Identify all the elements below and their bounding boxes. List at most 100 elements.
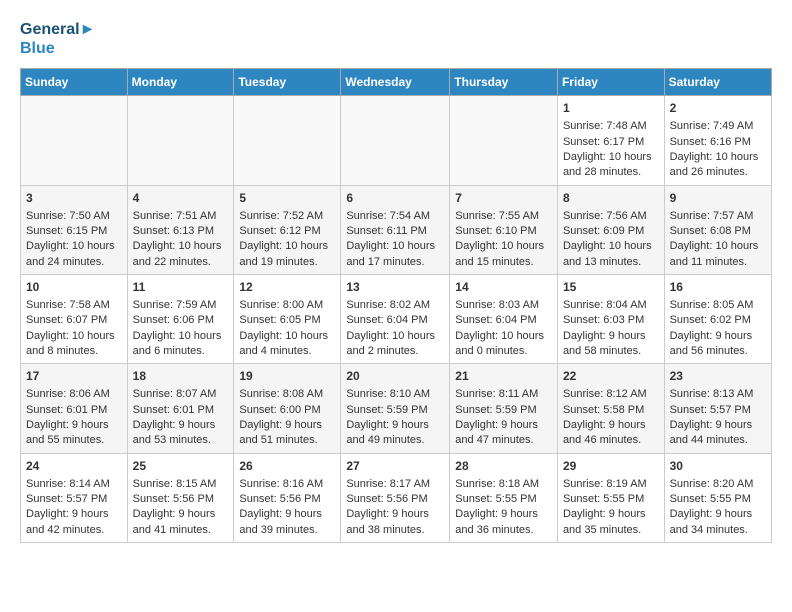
- day-info: Sunrise: 7:52 AM: [239, 209, 335, 224]
- calendar-cell: 3Sunrise: 7:50 AMSunset: 6:15 PMDaylight…: [21, 185, 128, 274]
- calendar-week-row: 24Sunrise: 8:14 AMSunset: 5:57 PMDayligh…: [21, 453, 772, 542]
- day-info: Sunset: 6:05 PM: [239, 313, 335, 328]
- day-number: 18: [133, 368, 229, 385]
- calendar-cell: 18 Sunrise: 8:07 AMSunset: 6:01 PMDayligh…: [127, 364, 234, 453]
- calendar-week-row: 1Sunrise: 7:48 AMSunset: 6:17 PMDaylight…: [21, 96, 772, 185]
- day-info: Daylight: 9 hours and 51 minutes.: [239, 418, 335, 449]
- calendar-cell: 11Sunrise: 7:59 AMSunset: 6:06 PMDayligh…: [127, 275, 234, 364]
- day-info: Daylight: 10 hours and 22 minutes.: [133, 239, 229, 270]
- day-number: 10: [26, 279, 122, 296]
- day-info: Daylight: 9 hours and 53 minutes.: [133, 418, 229, 449]
- day-info: Sunset: 6:15 PM: [26, 224, 122, 239]
- day-number: 6: [346, 190, 444, 207]
- day-info: Sunset: 5:55 PM: [670, 492, 766, 507]
- day-info: Sunrise: 8:08 AM: [239, 387, 335, 402]
- day-info: Sunrise: 8:15 AM: [133, 477, 229, 492]
- day-info: Sunset: 6:04 PM: [346, 313, 444, 328]
- day-number: 9: [670, 190, 766, 207]
- day-info: Sunset: 6:17 PM: [563, 135, 659, 150]
- day-number: 27: [346, 458, 444, 475]
- calendar-cell: [127, 96, 234, 185]
- day-info: Sunrise: 8:14 AM: [26, 477, 122, 492]
- calendar-cell: 2Sunrise: 7:49 AMSunset: 6:16 PMDaylight…: [664, 96, 771, 185]
- day-info: Daylight: 9 hours and 39 minutes.: [239, 507, 335, 538]
- day-info: Daylight: 10 hours and 8 minutes.: [26, 329, 122, 360]
- day-info: Sunset: 5:56 PM: [239, 492, 335, 507]
- day-of-week-header: Wednesday: [341, 69, 450, 96]
- day-info: Sunset: 6:16 PM: [670, 135, 766, 150]
- day-info: Sunrise: 8:18 AM: [455, 477, 552, 492]
- day-info: Sunset: 5:56 PM: [346, 492, 444, 507]
- day-info: Sunset: 5:59 PM: [455, 403, 552, 418]
- day-info: Daylight: 10 hours and 13 minutes.: [563, 239, 659, 270]
- day-info: Sunrise: 8:20 AM: [670, 477, 766, 492]
- day-info: Sunrise: 7:51 AM: [133, 209, 229, 224]
- days-header-row: SundayMondayTuesdayWednesdayThursdayFrid…: [21, 69, 772, 96]
- calendar-cell: 12Sunrise: 8:00 AMSunset: 6:05 PMDayligh…: [234, 275, 341, 364]
- day-info: Daylight: 9 hours and 34 minutes.: [670, 507, 766, 538]
- day-info: Sunrise: 8:19 AM: [563, 477, 659, 492]
- calendar-cell: [341, 96, 450, 185]
- day-info: Daylight: 9 hours and 35 minutes.: [563, 507, 659, 538]
- calendar-cell: 29Sunrise: 8:19 AMSunset: 5:55 PMDayligh…: [557, 453, 664, 542]
- day-info: Sunrise: 8:13 AM: [670, 387, 766, 402]
- day-info: Daylight: 9 hours and 44 minutes.: [670, 418, 766, 449]
- day-number: 16: [670, 279, 766, 296]
- day-info: Daylight: 9 hours and 47 minutes.: [455, 418, 552, 449]
- day-of-week-header: Sunday: [21, 69, 128, 96]
- day-info: Sunrise: 8:00 AM: [239, 298, 335, 313]
- calendar-cell: 21Sunrise: 8:11 AMSunset: 5:59 PMDayligh…: [450, 364, 558, 453]
- day-number: 5: [239, 190, 335, 207]
- day-info: Daylight: 9 hours and 49 minutes.: [346, 418, 444, 449]
- calendar-cell: [450, 96, 558, 185]
- day-info: Sunrise: 7:59 AM: [133, 298, 229, 313]
- day-info: Sunset: 6:06 PM: [133, 313, 229, 328]
- day-info: Sunset: 6:04 PM: [455, 313, 552, 328]
- day-info: Sunset: 5:55 PM: [563, 492, 659, 507]
- day-info: Sunrise: 7:55 AM: [455, 209, 552, 224]
- calendar-cell: 4Sunrise: 7:51 AMSunset: 6:13 PMDaylight…: [127, 185, 234, 274]
- day-number: 2: [670, 100, 766, 117]
- calendar-cell: 27Sunrise: 8:17 AMSunset: 5:56 PMDayligh…: [341, 453, 450, 542]
- calendar-cell: 30Sunrise: 8:20 AMSunset: 5:55 PMDayligh…: [664, 453, 771, 542]
- day-of-week-header: Friday: [557, 69, 664, 96]
- calendar-cell: 5Sunrise: 7:52 AMSunset: 6:12 PMDaylight…: [234, 185, 341, 274]
- calendar-cell: 7Sunrise: 7:55 AMSunset: 6:10 PMDaylight…: [450, 185, 558, 274]
- day-info: Sunset: 6:00 PM: [239, 403, 335, 418]
- day-of-week-header: Thursday: [450, 69, 558, 96]
- day-info: Daylight: 9 hours and 55 minutes.: [26, 418, 122, 449]
- day-info: Sunset: 5:56 PM: [133, 492, 229, 507]
- day-number: 28: [455, 458, 552, 475]
- day-info: Daylight: 9 hours and 38 minutes.: [346, 507, 444, 538]
- day-number: 25: [133, 458, 229, 475]
- day-info: Sunset: 6:07 PM: [26, 313, 122, 328]
- day-info: Sunset: 6:12 PM: [239, 224, 335, 239]
- calendar-cell: 20Sunrise: 8:10 AMSunset: 5:59 PMDayligh…: [341, 364, 450, 453]
- calendar-cell: 10Sunrise: 7:58 AMSunset: 6:07 PMDayligh…: [21, 275, 128, 364]
- day-info: Daylight: 10 hours and 15 minutes.: [455, 239, 552, 270]
- day-number: 7: [455, 190, 552, 207]
- day-info: Daylight: 10 hours and 2 minutes.: [346, 329, 444, 360]
- calendar-cell: 9Sunrise: 7:57 AMSunset: 6:08 PMDaylight…: [664, 185, 771, 274]
- day-of-week-header: Saturday: [664, 69, 771, 96]
- day-info: Sunset: 6:09 PM: [563, 224, 659, 239]
- day-info: Sunrise: 8:05 AM: [670, 298, 766, 313]
- calendar-week-row: 10Sunrise: 7:58 AMSunset: 6:07 PMDayligh…: [21, 275, 772, 364]
- day-info: Sunset: 6:01 PM: [26, 403, 122, 418]
- day-info: Daylight: 10 hours and 0 minutes.: [455, 329, 552, 360]
- day-info: Daylight: 10 hours and 4 minutes.: [239, 329, 335, 360]
- calendar-cell: 19Sunrise: 8:08 AMSunset: 6:00 PMDayligh…: [234, 364, 341, 453]
- calendar-cell: 28Sunrise: 8:18 AMSunset: 5:55 PMDayligh…: [450, 453, 558, 542]
- day-info: Sunset: 6:11 PM: [346, 224, 444, 239]
- calendar-cell: 26Sunrise: 8:16 AMSunset: 5:56 PMDayligh…: [234, 453, 341, 542]
- day-info: Daylight: 9 hours and 41 minutes.: [133, 507, 229, 538]
- day-info: Sunrise: 8:04 AM: [563, 298, 659, 313]
- day-info: Sunrise: 8:11 AM: [455, 387, 552, 402]
- day-info: Sunrise: 7:54 AM: [346, 209, 444, 224]
- day-info: Sunset: 6:01 PM: [133, 403, 229, 418]
- day-info: Sunrise: 8:07 AM: [133, 387, 229, 402]
- day-of-week-header: Monday: [127, 69, 234, 96]
- day-info: Daylight: 10 hours and 17 minutes.: [346, 239, 444, 270]
- logo: General► Blue: [20, 20, 95, 58]
- day-info: Daylight: 10 hours and 28 minutes.: [563, 150, 659, 181]
